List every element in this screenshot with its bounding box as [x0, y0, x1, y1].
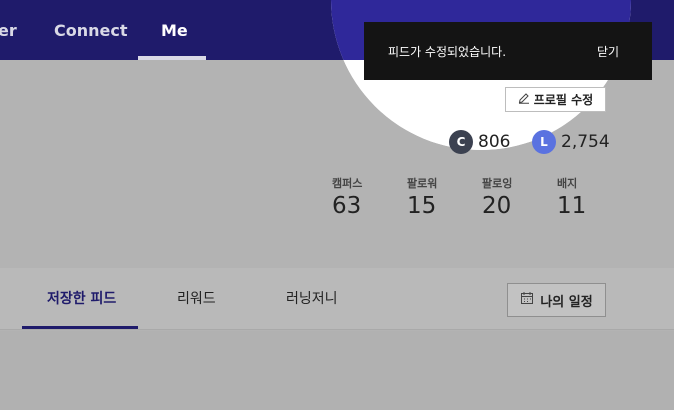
tab-rewards[interactable]: 리워드: [177, 268, 216, 330]
edit-profile-button[interactable]: 프로필 수정: [505, 87, 606, 112]
nav-item-me[interactable]: Me: [161, 0, 188, 60]
my-schedule-button[interactable]: 나의 일정: [507, 283, 606, 317]
stat-followers[interactable]: 팔로워 15: [407, 176, 467, 220]
stat-badges[interactable]: 배지 11: [557, 176, 617, 220]
edit-profile-label: 프로필 수정: [533, 93, 594, 107]
toast-notification: 피드가 수정되었습니다. 닫기: [364, 22, 652, 80]
tab-saved-feed[interactable]: 저장한 피드: [47, 268, 116, 330]
l-coin-icon: L: [532, 130, 556, 154]
toast-close-button[interactable]: 닫기: [597, 43, 619, 60]
stat-campus[interactable]: 캠퍼스 63: [332, 176, 392, 220]
stat-value: 15: [407, 193, 437, 219]
stat-label: 팔로워: [407, 177, 438, 190]
stat-label: 배지: [557, 177, 578, 190]
stat-following[interactable]: 팔로잉 20: [482, 176, 542, 220]
points-l: L 2,754: [532, 129, 610, 155]
stat-value: 20: [482, 193, 512, 219]
points-c: C 806: [449, 129, 510, 155]
stat-label: 캠퍼스: [332, 177, 363, 190]
stat-label: 팔로잉: [482, 177, 513, 190]
feed-content-area: [0, 331, 674, 410]
stat-value: 63: [332, 193, 362, 219]
calendar-icon: [520, 291, 534, 309]
edit-pencil-icon: [518, 92, 530, 107]
c-coin-icon: C: [449, 130, 473, 154]
nav-item-connect[interactable]: Connect: [54, 0, 128, 60]
tab-learning-journey[interactable]: 러닝저니: [286, 268, 338, 330]
nav-item-partial[interactable]: er: [0, 0, 17, 60]
toast-message: 피드가 수정되었습니다.: [388, 45, 507, 59]
my-schedule-label: 나의 일정: [540, 294, 593, 310]
tab-active-indicator: [22, 326, 138, 329]
points-l-value: 2,754: [561, 132, 610, 152]
stat-value: 11: [557, 193, 587, 219]
points-c-value: 806: [478, 132, 511, 152]
